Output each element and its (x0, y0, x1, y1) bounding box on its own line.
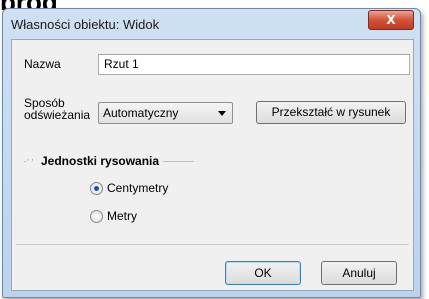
dialog-window: Własności obiektu: Widok X Nazwa Rzut 1 … (2, 8, 421, 298)
dialog-title: Własności obiektu: Widok (11, 17, 160, 32)
refresh-mode-select[interactable]: Automatyczny (98, 102, 233, 124)
name-input[interactable]: Rzut 1 (98, 54, 410, 75)
chevron-down-icon (218, 111, 226, 116)
refresh-mode-value: Automatyczny (103, 106, 179, 120)
ok-button[interactable]: OK (225, 261, 301, 285)
radio-selected-dot (94, 186, 99, 191)
dialog-client-area: Nazwa Rzut 1 Sposób odświeżania Automaty… (11, 39, 414, 291)
centimeters-label[interactable]: Centymetry (107, 181, 168, 195)
title-bar[interactable]: Własności obiektu: Widok X (3, 9, 420, 39)
close-icon: X (386, 13, 396, 27)
convert-to-drawing-button[interactable]: Przekształć w rysunek (256, 101, 406, 124)
centimeters-radio[interactable] (90, 182, 103, 195)
refresh-label: Sposób odświeżania (24, 97, 90, 121)
units-group-title: Jednostki rysowania (37, 154, 164, 168)
refresh-label-line2: odświeżania (24, 108, 91, 122)
footer-separator (16, 244, 409, 245)
cancel-button[interactable]: Anuluj (321, 261, 397, 285)
meters-label[interactable]: Metry (107, 209, 137, 223)
meters-radio[interactable] (90, 210, 103, 223)
name-label: Nazwa (24, 57, 61, 71)
close-button[interactable]: X (368, 10, 414, 30)
